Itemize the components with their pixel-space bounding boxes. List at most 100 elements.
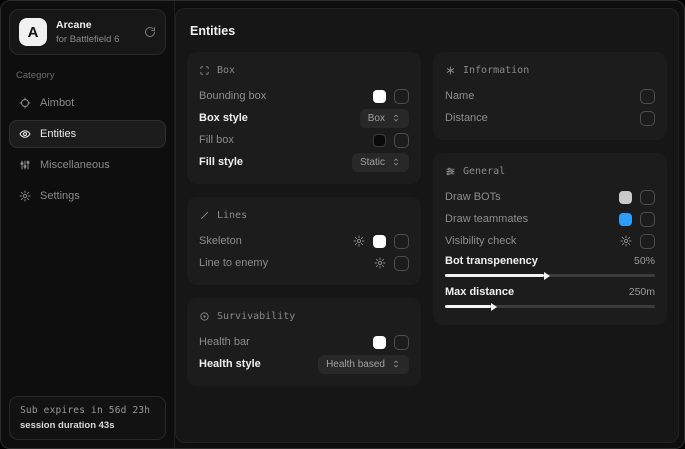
row-draw-bots: Draw BOTs [445, 186, 655, 208]
panel-lines: Lines SkeletonLine to enemy [187, 197, 421, 285]
row-name: Name [445, 85, 655, 107]
row-fill-style: Fill style Static [199, 151, 409, 173]
panel-rows: Name Distance [445, 85, 655, 129]
row-label: Bounding box [199, 90, 365, 102]
panel-box: BoxBounding boxBox styleBoxFill boxFill … [187, 52, 421, 184]
slider-label: Max distance [445, 286, 514, 298]
row-controls [620, 234, 655, 249]
sidebar-item-label: Entities [40, 128, 76, 140]
app-title: Arcane [56, 19, 135, 32]
color-swatch[interactable] [619, 191, 632, 204]
panel-title: Information [463, 65, 529, 76]
panel-rows: Draw BOTs Draw teammates Visibility check B… [445, 186, 655, 314]
row-label: Health style [199, 358, 310, 370]
gear-icon[interactable] [374, 257, 386, 269]
page-title: Entities [190, 24, 664, 38]
row-controls [373, 335, 409, 350]
row-controls [619, 190, 655, 205]
panel-header: Box [199, 65, 409, 76]
color-swatch[interactable] [373, 90, 386, 103]
panel-header: Information [445, 65, 655, 76]
slider-max-distance: Max distance250m [445, 283, 655, 314]
row-draw-teammates: Draw teammates [445, 208, 655, 230]
chevrons-up-down-icon [391, 157, 401, 167]
main-content: Entities BoxBounding boxBox styleBoxFill… [175, 8, 679, 443]
row-label: Name [445, 90, 632, 102]
row-label: Fill box [199, 134, 365, 146]
row-controls: Static [352, 153, 409, 172]
row-label: Health bar [199, 336, 365, 348]
style-dropdown[interactable]: Box [360, 109, 409, 128]
row-label: Fill style [199, 156, 344, 168]
row-bounding-box: Bounding box [199, 85, 409, 107]
scan-brackets-icon [199, 65, 210, 76]
row-label: Draw BOTs [445, 191, 611, 203]
slider-label: Bot transpenency [445, 255, 538, 267]
color-swatch[interactable] [373, 134, 386, 147]
eye-icon [19, 128, 31, 140]
sidebar-item-settings[interactable]: Settings [9, 182, 166, 210]
panel-survivability: SurvivabilityHealth barHealth styleHealt… [187, 298, 421, 386]
color-swatch[interactable] [373, 336, 386, 349]
slider-track[interactable] [445, 274, 655, 277]
dropdown-value: Box [368, 112, 385, 125]
slider-header: Max distance250m [445, 286, 655, 298]
checkbox[interactable] [394, 89, 409, 104]
category-label: Category [16, 70, 159, 81]
panel-column-1: BoxBounding boxBox styleBoxFill boxFill … [187, 52, 421, 386]
slider-thumb[interactable] [544, 272, 550, 280]
slider-fill [445, 274, 544, 277]
row-controls: Box [360, 109, 409, 128]
sidebar-item-label: Aimbot [40, 97, 74, 109]
panel-general: General Draw BOTs Draw teammates Visibility… [433, 153, 667, 325]
checkbox[interactable] [640, 111, 655, 126]
panel-rows: SkeletonLine to enemy [199, 230, 409, 274]
line-icon [199, 210, 210, 221]
slider-fill [445, 305, 491, 308]
panel-header: Lines [199, 210, 409, 221]
checkbox[interactable] [640, 212, 655, 227]
sliders-icon [445, 166, 456, 177]
checkbox[interactable] [640, 89, 655, 104]
subscription-card: Sub expires in 56d 23h session duration … [9, 396, 166, 440]
asterisk-icon [445, 65, 456, 76]
row-controls [373, 89, 409, 104]
row-health-style: Health style Health based [199, 353, 409, 375]
sidebar-item-label: Miscellaneous [40, 159, 110, 171]
sidebar-item-entities[interactable]: Entities [9, 120, 166, 148]
color-swatch[interactable] [373, 235, 386, 248]
panel-title: Survivability [217, 311, 295, 322]
sidebar-nav: Aimbot Entities Miscellaneous Settings [9, 89, 166, 210]
session-duration-text: session duration 43s [20, 420, 155, 431]
panel-title: Box [217, 65, 235, 76]
panel-title: General [463, 166, 505, 177]
sidebar-item-miscellaneous[interactable]: Miscellaneous [9, 151, 166, 179]
row-skeleton: Skeleton [199, 230, 409, 252]
row-label: Distance [445, 112, 632, 124]
sidebar-item-aimbot[interactable]: Aimbot [9, 89, 166, 117]
checkbox[interactable] [394, 133, 409, 148]
color-swatch[interactable] [619, 213, 632, 226]
chevrons-up-down-icon [391, 359, 401, 369]
slider-track[interactable] [445, 305, 655, 308]
style-dropdown[interactable]: Health based [318, 355, 409, 374]
checkbox[interactable] [394, 335, 409, 350]
gear-icon[interactable] [353, 235, 365, 247]
row-label: Visibility check [445, 235, 612, 247]
row-visibility-check: Visibility check [445, 230, 655, 252]
app-window: A Arcane for Battlefield 6 Category Aimb… [0, 0, 685, 449]
row-controls [374, 256, 409, 271]
style-dropdown[interactable]: Static [352, 153, 409, 172]
row-controls [353, 234, 409, 249]
row-line-to-enemy: Line to enemy [199, 252, 409, 274]
checkbox[interactable] [640, 190, 655, 205]
gear-icon[interactable] [620, 235, 632, 247]
slider-thumb[interactable] [491, 303, 497, 311]
sidebar: A Arcane for Battlefield 6 Category Aimb… [1, 1, 175, 448]
reload-icon[interactable] [144, 26, 156, 38]
checkbox[interactable] [394, 234, 409, 249]
row-controls [640, 89, 655, 104]
checkbox[interactable] [394, 256, 409, 271]
checkbox[interactable] [640, 234, 655, 249]
slider-bot-transpenency: Bot transpenency50% [445, 252, 655, 283]
